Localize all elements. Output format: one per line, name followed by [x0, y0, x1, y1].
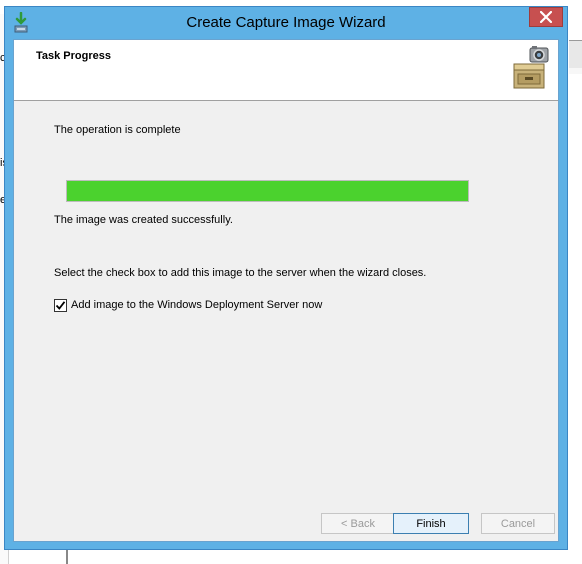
wizard-dialog: Create Capture Image Wizard Task Progres… [4, 6, 568, 550]
checkmark-icon [55, 301, 66, 310]
background-panel [569, 40, 582, 70]
add-image-checkbox[interactable] [54, 299, 67, 312]
background-panel-edge [569, 68, 582, 74]
close-button[interactable] [529, 7, 563, 27]
result-text: The image was created successfully. [54, 214, 233, 226]
cancel-button[interactable]: Cancel [481, 513, 555, 534]
progress-bar-fill [67, 181, 468, 201]
wizard-client-area: Task Progress The operation is complete … [13, 39, 559, 542]
window-title: Create Capture Image Wizard [186, 14, 386, 31]
instruction-text: Select the check box to add this image t… [54, 267, 427, 279]
background-divider [66, 550, 68, 564]
title-bar[interactable]: Create Capture Image Wizard [5, 7, 567, 39]
back-button[interactable]: < Back [321, 513, 395, 534]
finish-button[interactable]: Finish [393, 513, 469, 534]
status-text: The operation is complete [54, 124, 181, 136]
page-title: Task Progress [36, 50, 112, 62]
file-cabinet-camera-icon [513, 46, 549, 89]
progress-bar [66, 180, 469, 202]
add-image-checkbox-label[interactable]: Add image to the Windows Deployment Serv… [71, 299, 322, 311]
close-icon [540, 11, 552, 23]
wizard-header: Task Progress [14, 40, 558, 101]
